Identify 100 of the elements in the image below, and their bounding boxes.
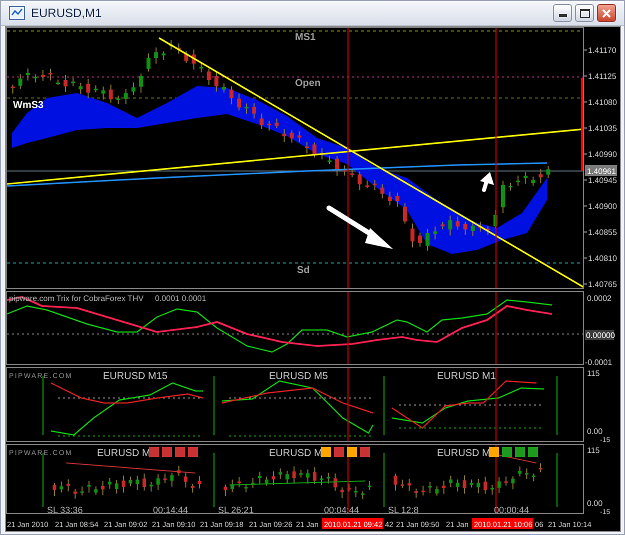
candlestick bbox=[272, 470, 276, 486]
scale-label: 115 bbox=[587, 446, 600, 455]
candlestick bbox=[101, 86, 106, 100]
candlestick bbox=[312, 466, 316, 485]
candlestick bbox=[237, 93, 242, 112]
candlestick bbox=[33, 74, 38, 84]
candlestick bbox=[87, 480, 91, 494]
candlestick bbox=[508, 182, 513, 192]
candlestick bbox=[138, 73, 143, 94]
candlestick bbox=[372, 179, 377, 191]
candlestick bbox=[229, 86, 234, 105]
candlestick bbox=[335, 156, 340, 176]
candlestick bbox=[251, 477, 255, 489]
candlestick bbox=[428, 481, 432, 494]
candlestick bbox=[463, 221, 468, 236]
candlestick bbox=[101, 480, 105, 496]
stop-loss-label: SL 33:36 bbox=[47, 505, 83, 514]
close-button[interactable] bbox=[597, 4, 616, 22]
candlestick bbox=[476, 478, 480, 494]
candlestick bbox=[73, 488, 77, 500]
timer-label: 00:14:44 bbox=[153, 505, 188, 514]
section-divider bbox=[42, 376, 44, 436]
candlestick bbox=[421, 485, 425, 496]
candlestick bbox=[442, 480, 446, 494]
candlestick bbox=[128, 476, 132, 487]
price-label: 1.40855 bbox=[588, 228, 617, 237]
candlestick bbox=[26, 68, 30, 82]
candlestick bbox=[230, 479, 234, 493]
candlestick bbox=[340, 486, 344, 499]
marker-line bbox=[347, 445, 349, 514]
candlestick bbox=[94, 486, 98, 496]
level-label: Sd bbox=[297, 265, 310, 276]
window-title: EURUSD,M1 bbox=[31, 5, 102, 22]
indicator-parameters: 0.0001 0.0001 bbox=[155, 294, 206, 303]
candlestick bbox=[292, 466, 296, 484]
scale-label: 0.0002 bbox=[587, 294, 612, 303]
candlestick bbox=[402, 202, 407, 224]
candlestick bbox=[199, 62, 204, 73]
candlestick bbox=[531, 176, 536, 186]
candlestick bbox=[456, 478, 460, 492]
candlestick bbox=[497, 476, 501, 494]
candlestick bbox=[440, 221, 445, 230]
candlestick bbox=[190, 483, 194, 494]
candlestick bbox=[163, 473, 167, 484]
candlestick bbox=[448, 215, 452, 236]
candlestick bbox=[418, 232, 422, 248]
scale-label: 0.00000 bbox=[585, 330, 615, 340]
candlestick bbox=[56, 79, 60, 86]
candlestick bbox=[282, 128, 286, 142]
close-icon bbox=[602, 8, 611, 18]
candlestick bbox=[456, 216, 460, 230]
candlestick bbox=[297, 130, 302, 143]
candlestick bbox=[342, 164, 347, 176]
chart-window-icon bbox=[9, 6, 25, 20]
candlestick bbox=[124, 88, 128, 105]
candlestick bbox=[532, 473, 536, 482]
candlestick bbox=[122, 475, 126, 494]
candlestick bbox=[486, 226, 490, 236]
candlestick bbox=[368, 480, 372, 490]
candlestick bbox=[116, 95, 120, 105]
candlestick bbox=[78, 82, 83, 94]
stop-loss-label: SL 12:8 bbox=[388, 505, 419, 514]
candlestick bbox=[320, 475, 324, 486]
candlestick bbox=[435, 486, 439, 496]
candlestick bbox=[177, 465, 181, 476]
candlestick bbox=[408, 478, 412, 492]
candlestick bbox=[192, 49, 196, 70]
candlestick bbox=[267, 120, 272, 132]
candlestick bbox=[347, 483, 351, 492]
minimize-button[interactable] bbox=[553, 4, 572, 22]
chart-title: EURUSD M1 bbox=[437, 371, 496, 382]
price-label: 1.40810 bbox=[588, 254, 617, 263]
candlestick bbox=[511, 476, 515, 490]
candlestick bbox=[146, 52, 151, 72]
candlestick bbox=[524, 468, 528, 480]
candlestick bbox=[278, 468, 282, 480]
candlestick bbox=[264, 476, 268, 486]
candlestick bbox=[546, 166, 550, 179]
candlestick bbox=[490, 484, 494, 496]
candlestick bbox=[94, 84, 98, 93]
candlestick bbox=[237, 476, 241, 488]
candlestick bbox=[320, 148, 324, 160]
candlestick bbox=[66, 478, 70, 492]
candlestick bbox=[86, 78, 90, 99]
section-divider bbox=[556, 376, 558, 436]
stop-loss-label: SL 26:21 bbox=[218, 505, 254, 514]
candlestick bbox=[170, 472, 174, 488]
candlestick bbox=[470, 220, 475, 236]
candlestick bbox=[149, 481, 153, 492]
candlestick bbox=[312, 142, 316, 158]
scale-label: -0.0001 bbox=[585, 358, 612, 367]
candlestick bbox=[285, 470, 289, 484]
section-divider bbox=[42, 452, 44, 508]
maximize-button[interactable] bbox=[575, 4, 594, 22]
candlestick bbox=[18, 73, 22, 90]
candlestick bbox=[538, 462, 542, 473]
candlestick bbox=[304, 141, 309, 154]
candlestick bbox=[154, 47, 158, 64]
candlestick bbox=[114, 480, 118, 494]
candlestick bbox=[504, 476, 508, 486]
